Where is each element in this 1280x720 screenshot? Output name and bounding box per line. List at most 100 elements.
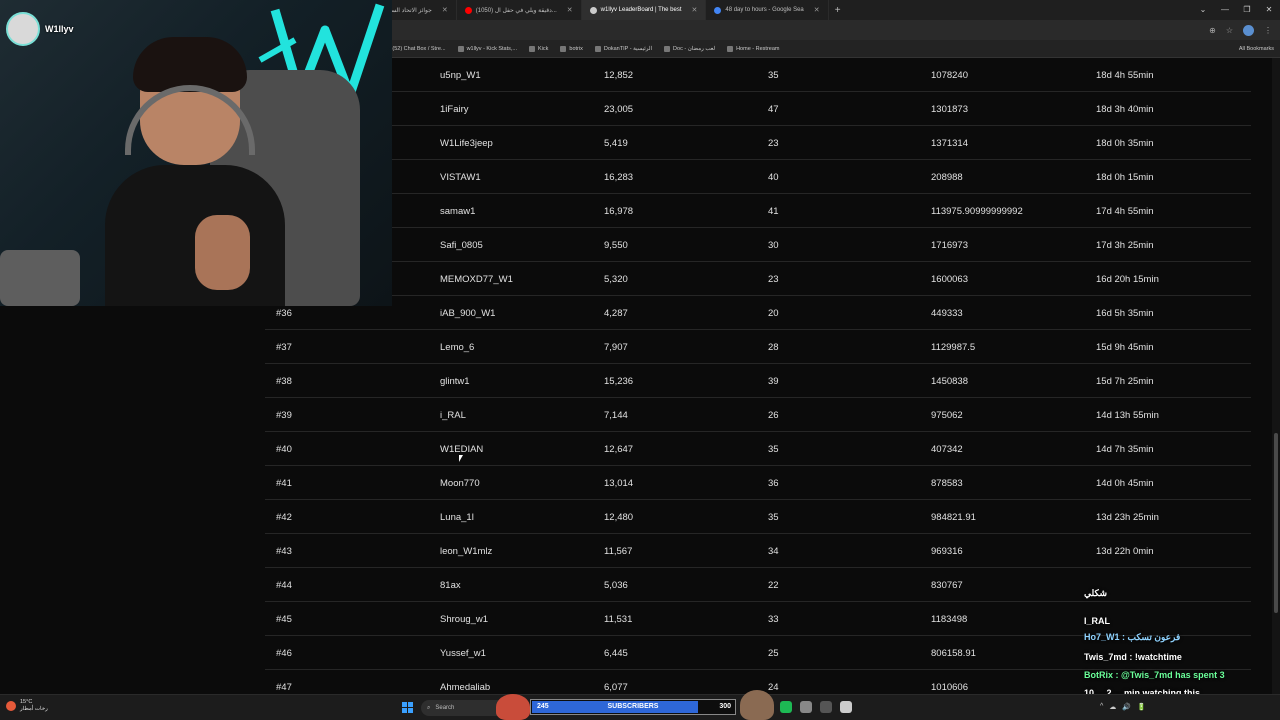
points-cell: 984821.91 [931, 512, 976, 523]
bookmark-label: Kick [538, 45, 549, 52]
points-cell: 208988 [931, 172, 963, 183]
browser-tab[interactable]: (1050) دقيقة ويلي في حفل ال... ✕ [457, 0, 582, 20]
zoom-icon[interactable]: ⊕ [1209, 26, 1216, 35]
username-cell: leon_W1mlz [440, 546, 493, 557]
chat-message: I_RAL [1084, 616, 1111, 626]
window-controls: ⌄ — ❐ ✕ [1192, 0, 1280, 20]
username-cell: W1EDIAN [440, 444, 484, 455]
tab-favicon-icon [589, 6, 597, 14]
level-cell: 34 [768, 546, 779, 557]
messages-cell: 13,014 [604, 478, 634, 489]
tab-title: (1050) دقيقة ويلي في حفل ال... [475, 7, 557, 14]
username-cell: Shroug_w1 [440, 614, 489, 625]
username-cell: Ahmedaliab [440, 682, 491, 693]
table-row: #43 leon_W1mlz 11,567 34 969316 13d 22h 0min [265, 534, 1251, 568]
watchtime-cell: 16d 20h 15min [1096, 274, 1159, 285]
subscribers-goal-bar: 245 SUBSCRIBERS 300 [530, 699, 736, 715]
browser-menu-icon[interactable]: ⋮ [1264, 26, 1272, 35]
tab-close-icon[interactable]: ✕ [814, 6, 820, 14]
rank-cell: #39 [276, 410, 292, 421]
points-cell: 1371314 [931, 138, 968, 149]
bookmark-item[interactable]: w1llyv - Kick Stats,... [452, 45, 523, 52]
tab-close-icon[interactable]: ✕ [567, 6, 573, 14]
tray-icon[interactable]: 🔊 [1122, 703, 1131, 711]
tab-search-icon[interactable]: ⌄ [1192, 0, 1214, 20]
taskbar-app-icon[interactable] [840, 701, 852, 713]
close-window-button[interactable]: ✕ [1258, 0, 1280, 20]
level-cell: 26 [768, 410, 779, 421]
weather-desc: رخات أمطار [20, 706, 48, 712]
minimize-button[interactable]: — [1214, 0, 1236, 20]
table-row: #42 Luna_1l 12,480 35 984821.91 13d 23h 25min [265, 500, 1251, 534]
table-row: W1Life3jeep 5,419 23 1371314 18d 0h 35min [265, 126, 1251, 160]
points-cell: 1129987.5 [931, 342, 976, 353]
streamer-badge: W1llyv [6, 12, 74, 46]
taskbar-app-icon[interactable] [800, 701, 812, 713]
messages-cell: 12,480 [604, 512, 634, 523]
bookmark-favicon-icon [529, 45, 535, 52]
bookmark-label: Home - Restream [736, 45, 780, 52]
tray-icon[interactable]: 🔋 [1137, 703, 1146, 711]
username-cell: Safi_0805 [440, 240, 483, 251]
webcam-overlay: W1llyv [0, 0, 392, 306]
rank-cell: #45 [276, 614, 292, 625]
system-tray: ^ ☁ 🔊 🔋 [1100, 703, 1146, 711]
bookmark-item[interactable]: Kick [523, 45, 554, 52]
level-cell: 41 [768, 206, 779, 217]
username-cell: VISTAW1 [440, 172, 481, 183]
level-cell: 47 [768, 104, 779, 115]
start-button[interactable] [402, 702, 414, 714]
rank-cell: #44 [276, 580, 292, 591]
level-cell: 28 [768, 342, 779, 353]
points-cell: 830767 [931, 580, 963, 591]
tray-icon[interactable]: ☁ [1109, 703, 1116, 711]
tab-close-icon[interactable]: ✕ [442, 6, 448, 14]
taskbar-app-icon[interactable] [820, 701, 832, 713]
chat-message: Twis_7md : !watchtime [1084, 652, 1182, 662]
bookmark-item[interactable]: botrix [554, 45, 588, 52]
tab-favicon-icon [464, 6, 472, 14]
level-cell: 33 [768, 614, 779, 625]
tray-icon[interactable]: ^ [1100, 703, 1103, 711]
tab-close-icon[interactable]: ✕ [692, 6, 698, 14]
taskbar-app-icon[interactable] [780, 701, 792, 713]
table-row: 1iFairy 23,005 47 1301873 18d 3h 40min [265, 92, 1251, 126]
watchtime-cell: 17d 4h 55min [1096, 206, 1154, 217]
rank-cell: #46 [276, 648, 292, 659]
messages-cell: 11,567 [604, 546, 633, 557]
rank-cell: #36 [276, 308, 292, 319]
level-cell: 22 [768, 580, 779, 591]
points-cell: 975062 [931, 410, 963, 421]
rank-cell: #47 [276, 682, 292, 693]
bookmark-label: w1llyv - Kick Stats,... [466, 45, 517, 52]
maximize-button[interactable]: ❐ [1236, 0, 1258, 20]
profile-avatar-icon[interactable] [1243, 24, 1254, 36]
watchtime-cell: 18d 4h 55min [1096, 70, 1154, 81]
level-cell: 35 [768, 512, 779, 523]
bookmark-item[interactable]: Home - Restream [721, 45, 785, 52]
username-cell: Yussef_w1 [440, 648, 486, 659]
browser-tab[interactable]: 48 day to hours - Google Sea ✕ [706, 0, 829, 20]
bookmark-star-icon[interactable]: ☆ [1226, 26, 1233, 35]
table-row: #37 Lemo_6 7,907 28 1129987.5 15d 9h 45min [265, 330, 1251, 364]
bookmark-item[interactable]: DokanTIP - الرئيسية [589, 45, 658, 52]
messages-cell: 16,978 [604, 206, 634, 217]
bookmark-favicon-icon [727, 45, 734, 52]
streamer-person [95, 37, 295, 306]
mouse-cursor [459, 455, 463, 462]
browser-tab[interactable]: w1llyv LeaderBoard | The best ✕ [581, 0, 707, 20]
subscribers-label: SUBSCRIBERS [607, 703, 659, 710]
microphone [0, 250, 80, 306]
bookmark-label: Doc - لعب رمضان [673, 45, 716, 52]
level-cell: 24 [768, 682, 779, 693]
rank-cell: #40 [276, 444, 292, 455]
watchtime-cell: 14d 13h 55min [1096, 410, 1159, 421]
weather-widget[interactable]: 15°C رخات أمطار [6, 699, 48, 713]
bookmark-item[interactable]: Doc - لعب رمضان [658, 45, 721, 52]
all-bookmarks-button[interactable]: All Bookmarks [1233, 46, 1280, 52]
new-tab-button[interactable]: + [829, 5, 847, 16]
bookmark-label: botrix [569, 45, 583, 52]
messages-cell: 12,647 [604, 444, 634, 455]
points-cell: 1450838 [931, 376, 968, 387]
table-row: #39 i_RAL 7,144 26 975062 14d 13h 55min [265, 398, 1251, 432]
